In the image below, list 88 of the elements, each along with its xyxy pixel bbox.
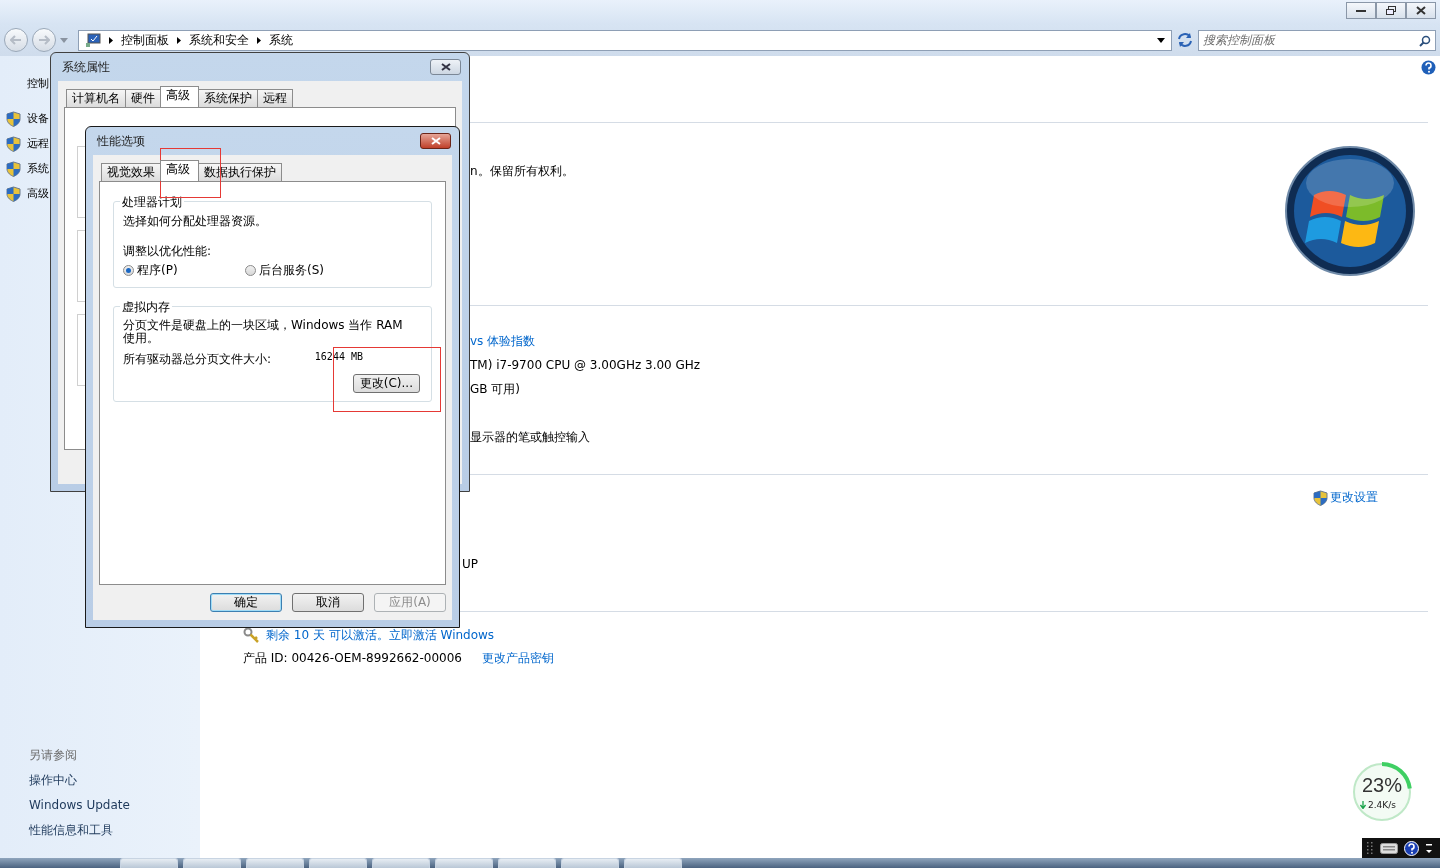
shield-icon	[6, 110, 21, 127]
description-text: 分页文件是硬盘上的一块区域，Windows 当作 RAM 使用。	[123, 319, 404, 345]
change-button[interactable]: 更改(C)...	[352, 374, 420, 393]
maximize-button[interactable]	[1376, 2, 1406, 19]
taskbar-button[interactable]	[435, 858, 493, 868]
sidebar-link[interactable]: Windows Update	[6, 793, 200, 818]
back-arrow-icon	[10, 35, 22, 45]
dropdown-icon[interactable]	[1157, 37, 1165, 43]
taskbar-button[interactable]	[372, 858, 430, 868]
product-id-text: 产品 ID: 00426-OEM-8992662-00006	[243, 649, 462, 667]
sidebar-link[interactable]: 远程	[27, 136, 49, 151]
address-bar[interactable]: 控制面板 系统和安全 系统	[78, 29, 1172, 51]
taskbar-button[interactable]	[561, 858, 619, 868]
taskbar-button[interactable]	[498, 858, 556, 868]
keyboard-icon[interactable]	[1380, 842, 1398, 854]
search-icon	[1419, 34, 1431, 47]
taskbar-button[interactable]	[120, 858, 178, 868]
chevron-icon	[109, 36, 113, 44]
option-label: 后台服务(S)	[259, 262, 324, 279]
option-label: 程序(P)	[137, 262, 178, 279]
dialog-button[interactable]: 取消	[292, 593, 364, 612]
download-arrow-icon	[1360, 801, 1366, 809]
speed-text: 2.4K/s	[1368, 800, 1396, 810]
close-icon	[430, 137, 441, 145]
sidebar-link[interactable]: 高级	[27, 186, 49, 201]
tab[interactable]: 高级	[160, 86, 199, 107]
chevron-icon	[257, 36, 261, 44]
shield-icon	[1313, 489, 1328, 506]
close-button[interactable]	[1406, 2, 1436, 19]
breadcrumb-item[interactable]: 控制面板	[121, 31, 169, 49]
tab[interactable]: 远程	[257, 89, 293, 107]
percent-text: 23%	[1361, 774, 1403, 797]
help-icon[interactable]	[1404, 840, 1419, 856]
computer-icon	[85, 33, 101, 47]
close-icon	[440, 63, 451, 71]
taskbar-button[interactable]	[246, 858, 304, 868]
processor-text: TM) i7-9700 CPU @ 3.00GHz 3.00 GHz	[470, 358, 701, 372]
forward-arrow-icon	[38, 35, 50, 45]
sidebar-link[interactable]: 系统	[27, 161, 49, 176]
breadcrumb-item[interactable]: 系统和安全	[189, 31, 249, 49]
section-heading: 另请参阅	[28, 747, 78, 764]
tab[interactable]: 硬件	[125, 89, 161, 107]
restore-icon	[1386, 6, 1396, 15]
key-icon	[243, 626, 260, 644]
refresh-icon[interactable]	[1176, 32, 1194, 48]
dialog-button[interactable]: 确定	[210, 593, 282, 612]
tab[interactable]: 视觉效果	[101, 163, 161, 181]
radio-option[interactable]: 程序(P)	[123, 262, 245, 279]
sidebar-link[interactable]: 设备	[27, 111, 49, 126]
dialog-title: 性能选项	[97, 132, 145, 150]
prompt-text: 调整以优化性能:	[123, 243, 213, 260]
sidebar-link[interactable]: 控制	[27, 76, 49, 91]
sidebar-link[interactable]: 操作中心	[6, 768, 200, 793]
radio-option[interactable]: 后台服务(S)	[245, 262, 367, 279]
close-button[interactable]	[420, 133, 451, 149]
search-field[interactable]: 搜索控制面板	[1198, 29, 1436, 51]
minimize-button[interactable]	[1346, 2, 1376, 19]
rating-link[interactable]: vs 体验指数	[470, 329, 1440, 353]
pen-touch-text: 显示器的笔或触控输入	[470, 430, 590, 444]
description-text: 选择如何分配处理器资源。	[123, 213, 268, 230]
change-settings-link[interactable]: 更改设置	[1330, 489, 1378, 506]
tab[interactable]: 计算机名	[66, 89, 126, 107]
taskbar-button[interactable]	[624, 858, 682, 868]
activation-link[interactable]: 剩余 10 天 可以激活。立即激活 Windows	[266, 626, 495, 644]
chevron-icon	[177, 36, 181, 44]
breadcrumb-item[interactable]: 系统	[269, 31, 293, 49]
close-icon	[1416, 6, 1426, 15]
total-label: 所有驱动器总分页文件大小:	[123, 351, 272, 368]
grip-icon	[1366, 841, 1374, 855]
back-button[interactable]	[4, 28, 28, 52]
shield-icon	[6, 135, 21, 152]
tab[interactable]: 系统保护	[198, 89, 258, 107]
taskbar-button[interactable]	[183, 858, 241, 868]
dialog-title: 系统属性	[62, 58, 110, 76]
taskbar-button[interactable]	[309, 858, 367, 868]
copyright-text: n。保留所有权利。	[470, 164, 574, 178]
menu-icon[interactable]	[1425, 842, 1433, 854]
group-title: 虚拟内存	[120, 299, 172, 316]
help-icon[interactable]	[1421, 60, 1436, 75]
shield-icon	[6, 160, 21, 177]
sidebar-link[interactable]: 性能信息和工具	[6, 818, 200, 843]
close-button[interactable]	[430, 59, 461, 75]
shield-icon	[6, 185, 21, 202]
tab[interactable]: 高级	[160, 160, 199, 181]
forward-button[interactable]	[32, 28, 56, 52]
workgroup-text: UP	[462, 557, 479, 571]
memory-text: GB 可用)	[470, 382, 521, 396]
change-key-link[interactable]: 更改产品密钥	[481, 649, 554, 667]
